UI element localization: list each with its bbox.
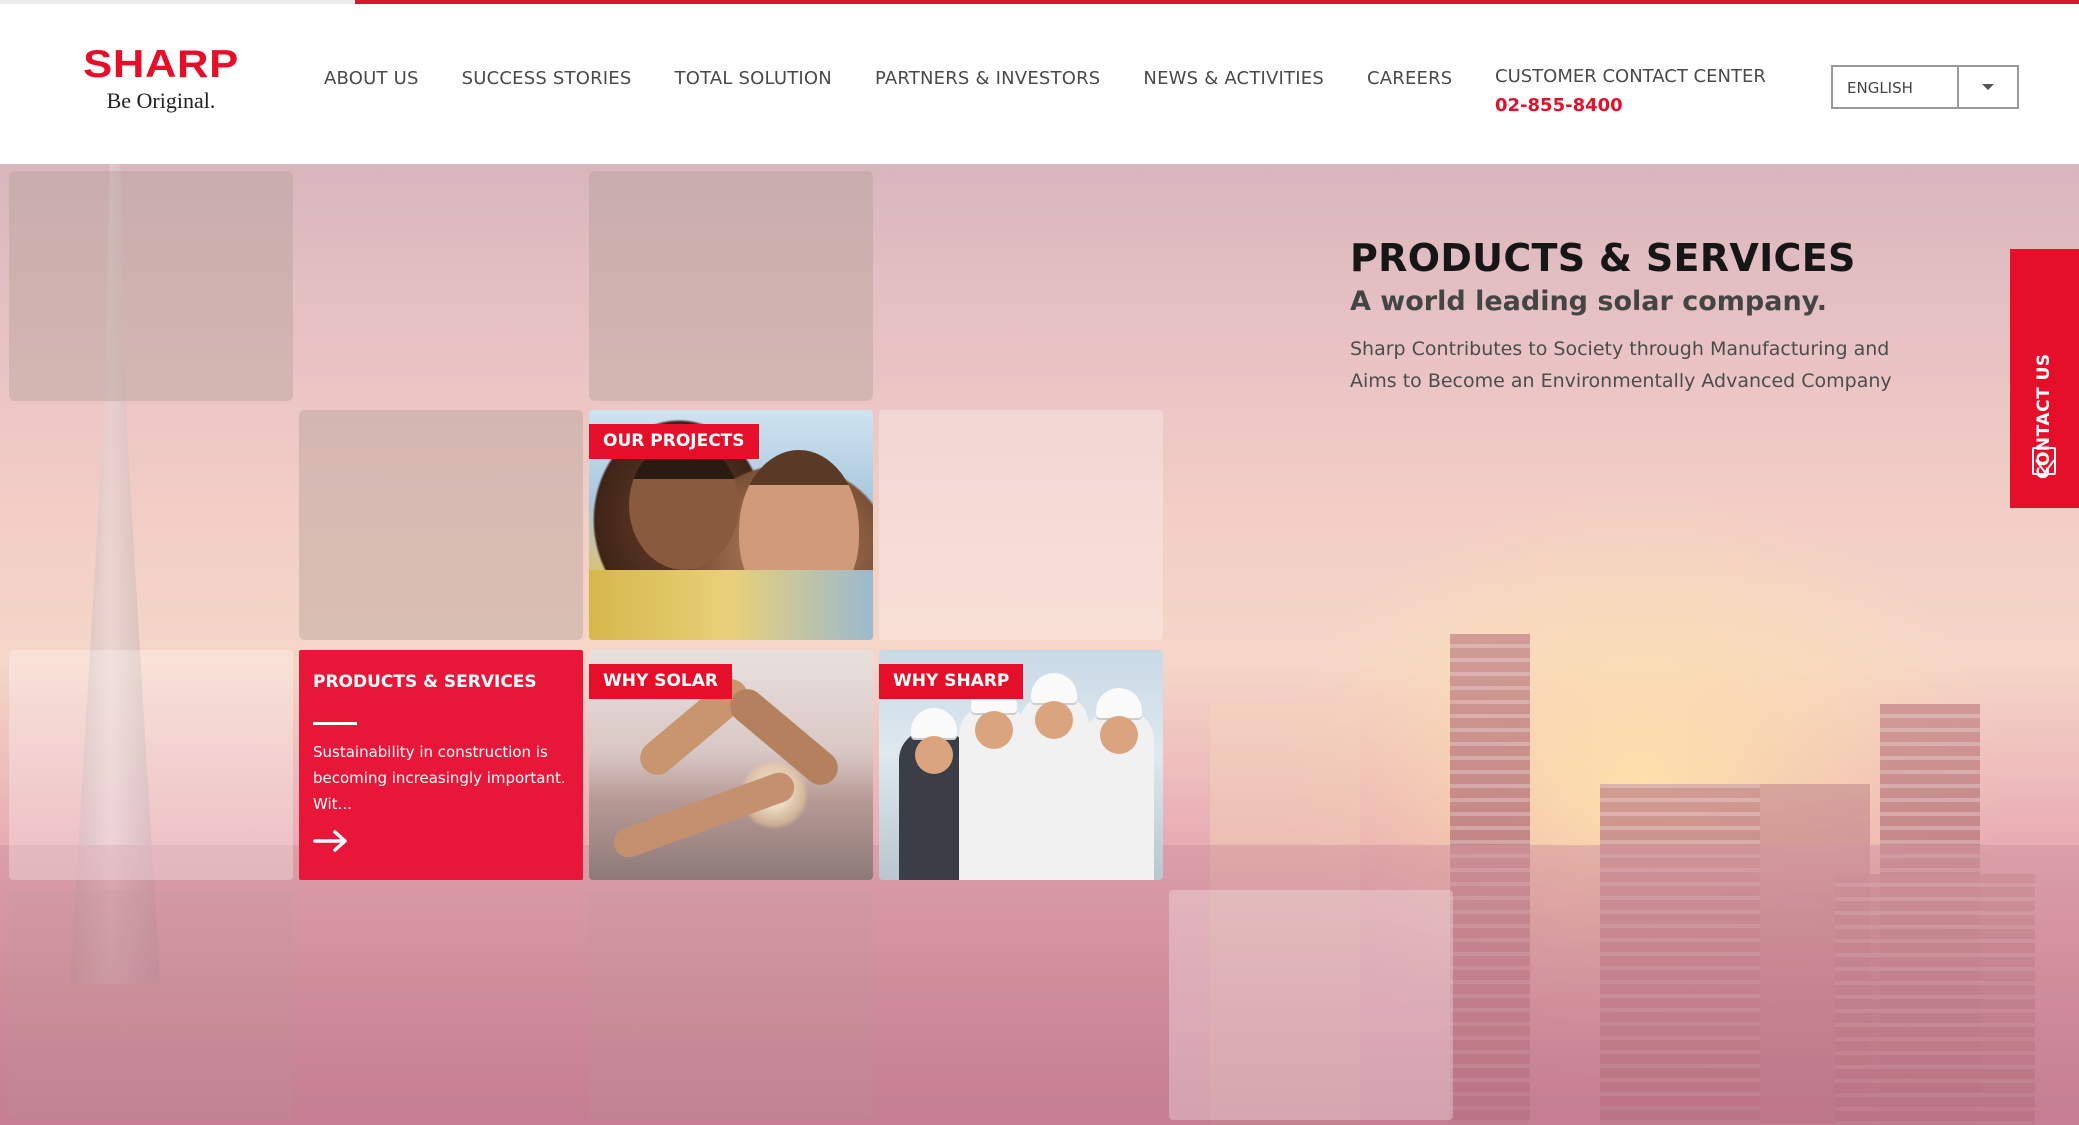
empty-tile — [589, 890, 873, 1120]
arrow-right-icon[interactable] — [313, 829, 349, 853]
nav-item-news-activities[interactable]: NEWS & ACTIVITIES — [1143, 68, 1324, 89]
hero-subtitle: A world leading solar company. — [1350, 286, 1828, 317]
site-header: SHARP Be Original. ABOUT US SUCCESS STOR… — [0, 4, 2079, 164]
sharp-logo[interactable]: SHARP Be Original. — [66, 44, 256, 114]
main-nav: ABOUT US SUCCESS STORIES TOTAL SOLUTION … — [324, 68, 1495, 89]
products-services-tile-title: PRODUCTS & SERVICES — [313, 672, 537, 692]
our-projects-label: OUR PROJECTS — [589, 424, 759, 459]
products-services-tile-description: Sustainability in construction is becomi… — [313, 743, 566, 813]
hero-description: Sharp Contributes to Society through Man… — [1350, 338, 1892, 392]
empty-tile — [879, 410, 1163, 640]
contact-center-label: CUSTOMER CONTACT CENTER — [1495, 66, 1766, 87]
nav-item-total-solution[interactable]: TOTAL SOLUTION — [675, 68, 832, 89]
city-ground-background — [0, 845, 2079, 1125]
why-solar-tile[interactable]: WHY SOLAR — [589, 650, 873, 880]
brand-tagline: Be Original. — [106, 88, 216, 113]
brand-name: SHARP — [83, 43, 239, 86]
empty-tile — [589, 171, 873, 401]
empty-tile — [1169, 890, 1453, 1120]
contact-center-phone[interactable]: 02-855-8400 — [1495, 95, 1766, 116]
language-select-value[interactable]: ENGLISH — [1833, 67, 1959, 107]
empty-tile — [9, 650, 293, 880]
nav-item-success-stories[interactable]: SUCCESS STORIES — [462, 68, 632, 89]
our-projects-tile[interactable]: OUR PROJECTS — [589, 410, 873, 640]
nav-item-partners-investors[interactable]: PARTNERS & INVESTORS — [875, 68, 1100, 89]
mail-icon — [2032, 447, 2056, 475]
customer-contact-center: CUSTOMER CONTACT CENTER 02-855-8400 — [1495, 66, 1766, 116]
chevron-down-icon[interactable] — [1959, 67, 2017, 107]
why-sharp-tile[interactable]: WHY SHARP — [879, 650, 1163, 880]
hero-text-block: PRODUCTS & SERVICES A world leading sola… — [1350, 236, 1910, 397]
contact-us-tab[interactable]: CONTACT US — [2010, 249, 2079, 508]
empty-tile — [9, 890, 293, 1120]
empty-tile — [9, 171, 293, 401]
language-select[interactable]: ENGLISH — [1831, 65, 2019, 109]
hero-section: OUR PROJECTS PRODUCTS & SERVICES Sustain… — [0, 164, 2079, 1125]
nav-item-careers[interactable]: CAREERS — [1367, 68, 1452, 89]
empty-tile — [299, 410, 583, 640]
why-sharp-label: WHY SHARP — [879, 664, 1024, 699]
why-solar-label: WHY SOLAR — [589, 664, 732, 699]
products-services-tile[interactable]: PRODUCTS & SERVICES Sustainability in co… — [299, 650, 583, 880]
hero-title: PRODUCTS & SERVICES — [1350, 236, 1856, 280]
tile-divider — [313, 722, 357, 725]
nav-item-about-us[interactable]: ABOUT US — [324, 68, 419, 89]
